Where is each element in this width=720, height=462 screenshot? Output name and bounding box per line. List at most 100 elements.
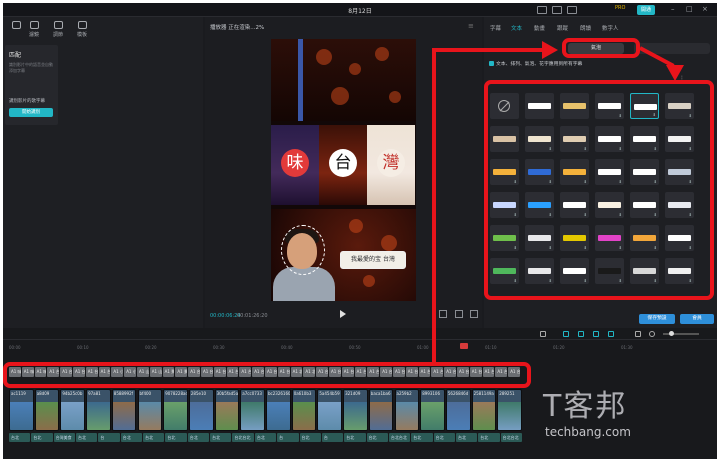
video-clip[interactable]: 5626846d: [445, 389, 471, 431]
zoom-slider-knob[interactable]: [669, 331, 674, 336]
minimize-icon[interactable]: –: [671, 5, 675, 13]
video-clip[interactable]: 285e10: [188, 389, 214, 431]
tab-filter[interactable]: 濾鏡: [23, 21, 45, 38]
checkbox-icon[interactable]: [489, 61, 494, 66]
upgrade-button[interactable]: 開通: [637, 5, 655, 15]
audio-clip[interactable]: 台: [98, 433, 120, 442]
tab-adjust[interactable]: 調節: [47, 21, 69, 38]
adjust-icon: [53, 21, 63, 29]
audio-clip[interactable]: 台北: [366, 433, 388, 442]
play-icon[interactable]: [340, 310, 346, 318]
audio-clip[interactable]: 台北: [187, 433, 210, 442]
ruler-tick: 00:40: [281, 345, 293, 350]
audio-clip[interactable]: 台: [321, 433, 344, 442]
audio-clip[interactable]: 台北台北: [388, 433, 411, 442]
video-clip[interactable]: a7cc0733: [240, 389, 265, 431]
crop-icon[interactable]: [439, 310, 447, 318]
video-clip[interactable]: 289251: [497, 389, 522, 431]
link-icon[interactable]: [563, 331, 569, 337]
tile-taste: 味: [271, 125, 319, 205]
video-clip[interactable]: 2581149a: [471, 389, 497, 431]
video-track: ac1119 a8d09 94b25c0b 97a81 8588992f bf400 907…: [9, 389, 523, 431]
tab-captions[interactable]: 字幕: [490, 24, 501, 32]
audio-clip[interactable]: 台北: [9, 433, 31, 442]
audio-clip[interactable]: 台北台北: [232, 433, 254, 442]
snap-icon[interactable]: [593, 331, 599, 337]
video-clip[interactable]: baca1ba6: [368, 389, 394, 431]
video-clip[interactable]: 94b25c0b: [60, 389, 86, 431]
video-clip[interactable]: 97a81: [86, 389, 111, 431]
audio-clip[interactable]: 台北: [31, 433, 53, 442]
video-clip[interactable]: bf400: [137, 389, 163, 431]
mic-icon[interactable]: [540, 331, 546, 337]
video-clip[interactable]: a8d09: [34, 389, 60, 431]
apply-all-option[interactable]: 文本、排列、氣泡、花字應用到所有字幕: [489, 60, 582, 67]
preview-axis-icon[interactable]: [635, 331, 641, 337]
audio-clip[interactable]: 台北: [433, 433, 455, 442]
caption-bubble[interactable]: 我最愛的宝 台灣: [340, 251, 406, 269]
tab-text[interactable]: 文本: [511, 24, 522, 32]
video-clip[interactable]: ac1119: [9, 389, 34, 431]
tab-tracking[interactable]: 跟蹤: [557, 24, 568, 32]
annotation-line: [432, 48, 436, 363]
watermark-logo: T客邦: [543, 389, 628, 424]
video-clip[interactable]: 8588992f: [111, 389, 137, 431]
ruler-tick: 01:30: [621, 345, 633, 350]
maximize-icon[interactable]: □: [686, 5, 693, 13]
video-clip[interactable]: 5a454b59: [317, 389, 343, 431]
magnet-icon[interactable]: [578, 331, 584, 337]
layout-icon[interactable]: [537, 6, 547, 14]
video-clip[interactable]: 30b5fad5ae: [214, 389, 240, 431]
tab-animation[interactable]: 動畫: [534, 24, 545, 32]
member-button[interactable]: 會員: [680, 314, 714, 324]
audio-clip[interactable]: 台北: [344, 433, 366, 442]
tab-digital-human[interactable]: 數字人: [602, 24, 619, 32]
tab-template[interactable]: 模板: [71, 21, 93, 38]
clip-label: 2581149a: [473, 391, 494, 396]
audio-clip[interactable]: 台北: [299, 433, 321, 442]
audio-clip[interactable]: 台: [277, 433, 299, 442]
audio-clip[interactable]: 台北: [165, 433, 187, 442]
split-icon[interactable]: [608, 331, 614, 337]
video-clip[interactable]: a259b2: [394, 389, 420, 431]
audio-clip[interactable]: 台北: [76, 433, 98, 442]
audio-clip[interactable]: 台北: [120, 433, 143, 442]
start-recognition-button[interactable]: 開始識別: [9, 108, 53, 117]
player-menu-icon[interactable]: ≡: [468, 22, 474, 30]
audio-clip[interactable]: 台北台北: [500, 433, 522, 442]
tab-read-aloud[interactable]: 朗讀: [580, 24, 591, 32]
audio-clip[interactable]: 台北: [478, 433, 500, 442]
shortcut-icon[interactable]: [552, 6, 562, 14]
ratio-icon[interactable]: [455, 310, 463, 318]
tile-wan: 灣: [367, 125, 415, 205]
audio-clip[interactable]: 台灣美食: [53, 433, 76, 442]
video-clip[interactable]: 321d09: [343, 389, 368, 431]
video-clip[interactable]: 8993106: [420, 389, 445, 431]
panel-icon[interactable]: [567, 6, 577, 14]
audio-clip[interactable]: 台北: [254, 433, 277, 442]
audio-clip[interactable]: 台北: [411, 433, 433, 442]
window-title: 8月12日: [348, 8, 372, 15]
audio-clip[interactable]: 台北: [455, 433, 478, 442]
card-title: 匹配: [9, 52, 22, 59]
video-clip[interactable]: 0a610b3: [291, 389, 317, 431]
video-clip[interactable]: 9078228ad61: [163, 389, 188, 431]
video-preview[interactable]: 味 台 灣 我最愛的宝 台灣: [271, 39, 416, 301]
clip-thumbnail: [10, 402, 33, 430]
template-icon: [77, 21, 87, 29]
clip-label: 5a454b59: [319, 391, 340, 396]
annotation-box-sticker-grid: [484, 80, 714, 300]
zoom-out-icon[interactable]: [649, 331, 655, 337]
audio-clip[interactable]: 台北: [210, 433, 232, 442]
close-icon[interactable]: ×: [702, 5, 708, 13]
clip-thumbnail: [446, 402, 470, 430]
save-preset-button[interactable]: 保存預設: [639, 314, 675, 324]
fullscreen-icon[interactable]: [470, 310, 478, 318]
playhead[interactable]: [460, 343, 468, 349]
lantern-light: [375, 47, 389, 61]
audio-clip[interactable]: 台北: [143, 433, 165, 442]
clip-label: baca1ba6: [370, 391, 391, 396]
card-link[interactable]: 識別影片的歌字幕: [9, 98, 45, 104]
clip-label: ac1119: [11, 391, 26, 396]
video-clip[interactable]: bc2326160: [266, 389, 291, 431]
